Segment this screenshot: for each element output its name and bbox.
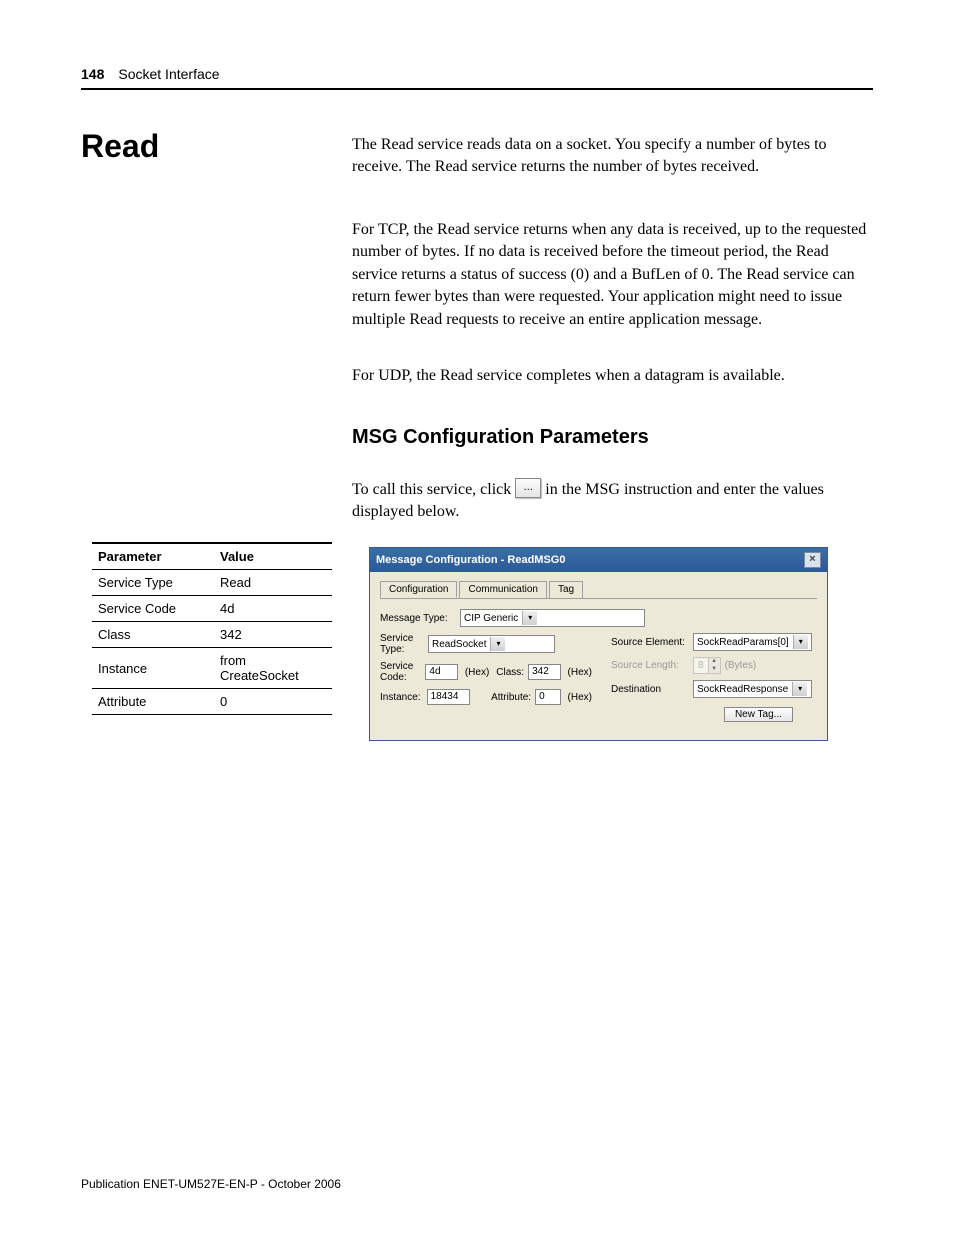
close-icon[interactable]: × [804,552,821,568]
table-row: Attribute 0 [92,689,332,715]
hex-label: (Hex) [568,692,592,703]
service-code-input[interactable]: 4d [425,664,457,680]
source-length-label: Source Length: [611,660,689,671]
param-cell: Class [92,622,214,648]
attribute-input[interactable]: 0 [535,689,560,705]
hex-label: (Hex) [568,667,592,678]
dialog-tabs: Configuration Communication Tag [380,580,817,597]
class-label: Class: [496,667,524,678]
table-row: Service Code 4d [92,596,332,622]
table-row: Instance from CreateSocket [92,648,332,689]
dialog-titlebar: Message Configuration - ReadMSG0 × [370,548,827,572]
table-row: Service Type Read [92,570,332,596]
class-input[interactable]: 342 [528,664,560,680]
source-element-value: SockReadParams[0] [697,637,789,648]
message-type-value: CIP Generic [464,613,518,624]
instance-label: Instance: [380,692,423,703]
tab-communication[interactable]: Communication [459,581,546,598]
dialog-title-text: Message Configuration - ReadMSG0 [376,554,565,566]
service-type-label: ServiceType: [380,633,424,655]
source-element-combo[interactable]: SockReadParams[0] ▾ [693,633,812,651]
chevron-down-icon: ▾ [793,635,808,649]
instruction-text: To call this service, click ... in the M… [352,479,873,524]
value-cell: 342 [214,622,332,648]
chevron-down-icon: ▾ [792,682,807,696]
table-row: Class 342 [92,622,332,648]
subheading-msg-config: MSG Configuration Parameters [352,426,649,449]
source-length-value: 8 [694,658,708,673]
value-cell: from CreateSocket [214,648,332,689]
instance-input[interactable]: 18434 [427,689,470,705]
section-title: Read [81,128,159,165]
value-cell: 4d [214,596,332,622]
value-cell: 0 [214,689,332,715]
bytes-label: (Bytes) [725,660,757,671]
paragraph-1: The Read service reads data on a socket.… [352,134,873,179]
publication-footer: Publication ENET-UM527E-EN-P - October 2… [81,1177,341,1191]
paragraph-3: For UDP, the Read service completes when… [352,365,873,387]
param-table-header-value: Value [214,543,332,570]
source-length-spinner: 8 ▲▼ [693,657,721,674]
header-section-title: Socket Interface [118,66,219,82]
message-type-combo[interactable]: CIP Generic ▾ [460,609,645,627]
param-cell: Service Code [92,596,214,622]
hex-label: (Hex) [465,667,489,678]
service-type-combo[interactable]: ReadSocket ▾ [428,635,555,653]
attribute-label: Attribute: [491,692,531,703]
destination-label: Destination [611,684,689,695]
service-code-label: ServiceCode: [380,661,421,683]
value-cell: Read [214,570,332,596]
source-element-label: Source Element: [611,637,689,648]
service-type-value: ReadSocket [432,639,486,650]
destination-value: SockReadResponse [697,684,788,695]
ellipsis-button-icon: ... [515,478,541,498]
chevron-down-icon: ▾ [522,611,537,625]
param-cell: Service Type [92,570,214,596]
destination-combo[interactable]: SockReadResponse ▾ [693,680,812,698]
page-number: 148 [81,66,104,82]
chevron-down-icon: ▾ [490,637,505,651]
tab-tag[interactable]: Tag [549,581,583,598]
page-header: 148 Socket Interface [81,66,873,90]
parameter-table: Parameter Value Service Type Read Servic… [92,542,332,715]
param-cell: Attribute [92,689,214,715]
message-config-dialog: Message Configuration - ReadMSG0 × Confi… [370,548,827,740]
instruction-before: To call this service, click [352,481,511,498]
param-cell: Instance [92,648,214,689]
message-type-label: Message Type: [380,613,460,624]
param-table-header-parameter: Parameter [92,543,214,570]
new-tag-button[interactable]: New Tag... [724,707,793,722]
tab-configuration[interactable]: Configuration [380,581,457,598]
paragraph-2: For TCP, the Read service returns when a… [352,219,873,331]
